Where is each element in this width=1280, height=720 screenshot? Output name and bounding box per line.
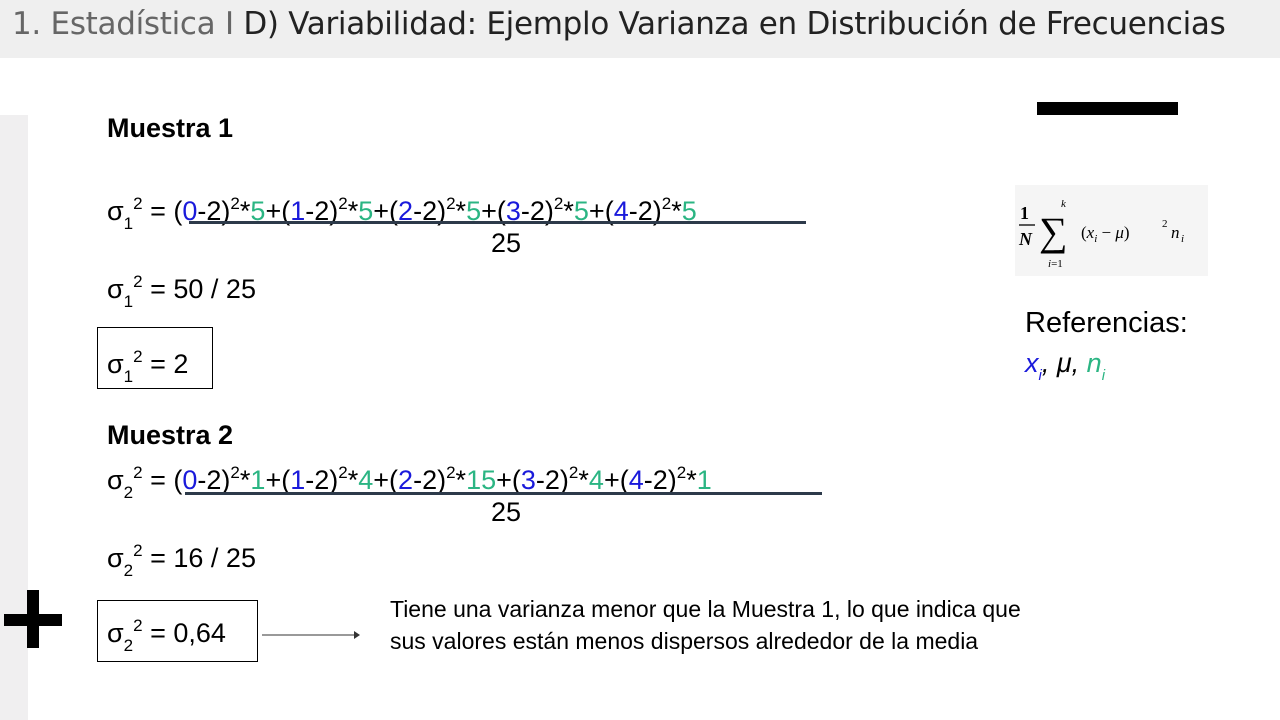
svg-text:n: n xyxy=(1171,223,1180,242)
svg-text:i: i xyxy=(1181,233,1184,245)
muestra2-numerator: (0-2)2*1+(1-2)2*4+(2-2)2*15+(3-2)2*4+(4-… xyxy=(173,463,712,495)
references-label: Referencias: xyxy=(1025,307,1188,339)
muestra2-result: σ22 = 0,64 xyxy=(107,616,226,655)
muestra2-term: +(1-2)2*4 xyxy=(265,463,374,495)
decorative-bar xyxy=(1037,102,1178,115)
svg-text:N: N xyxy=(1018,229,1033,249)
svg-text:1: 1 xyxy=(1020,203,1029,223)
muestra1-step2: σ12 = 50 / 25 xyxy=(107,272,256,311)
breadcrumb: 1. Estadística xyxy=(12,6,216,42)
slide-header: 1. Estadística I D) Variabilidad: Ejempl… xyxy=(0,0,1280,58)
svg-text:∑: ∑ xyxy=(1039,209,1068,254)
arrow-icon xyxy=(262,631,360,639)
muestra2-step2: σ22 = 16 / 25 xyxy=(107,541,256,580)
muestra1-heading: Muestra 1 xyxy=(107,113,234,143)
references-vars: xi, μ, ni xyxy=(1025,348,1106,384)
muestra1-equation: σ12 = (0-2)2*5+(1-2)2*5+(2-2)2*5+(3-2)2*… xyxy=(107,194,697,233)
muestra2-term-x: 3 xyxy=(520,465,536,495)
muestra2-term: (0-2)2*1 xyxy=(173,463,266,495)
muestra2-term-n: 1 xyxy=(696,465,712,495)
muestra2-term-x: 2 xyxy=(398,465,414,495)
muestra2-denominator: 25 xyxy=(491,497,522,527)
muestra2-term: +(4-2)2*1 xyxy=(603,463,712,495)
header-separator: I xyxy=(224,6,234,42)
muestra2-term: +(2-2)2*15 xyxy=(373,463,497,495)
explanation-note: Tiene una varianza menor que la Muestra … xyxy=(390,596,1021,654)
muestra2-term-x: 4 xyxy=(628,465,644,495)
header-text: 1. Estadística I D) Variabilidad: Ejempl… xyxy=(12,6,1226,42)
variance-formula: 1 N k ∑ i=1 (xi − μ) 2 n i xyxy=(1015,185,1208,276)
svg-text:(xi − μ): (xi − μ) xyxy=(1081,223,1130,245)
muestra2-heading: Muestra 2 xyxy=(107,420,234,450)
muestra1-result: σ12 = 2 xyxy=(107,347,189,386)
muestra2-term-x: 0 xyxy=(182,465,198,495)
svg-text:2: 2 xyxy=(1162,218,1168,230)
muestra2-term-n: 4 xyxy=(358,465,374,495)
muestra2-term-n: 15 xyxy=(466,465,497,495)
muestra2-term-n: 4 xyxy=(588,465,604,495)
muestra2-equation: σ22 = (0-2)2*1+(1-2)2*4+(2-2)2*15+(3-2)2… xyxy=(107,463,712,502)
muestra1-fraction-line xyxy=(189,221,806,224)
muestra2-fraction-line xyxy=(185,492,822,495)
muestra2-term: +(3-2)2*4 xyxy=(496,463,604,495)
page-title: D) Variabilidad: Ejemplo Varianza en Dis… xyxy=(243,6,1226,42)
plus-icon xyxy=(4,590,64,650)
muestra2-term-n: 1 xyxy=(250,465,266,495)
muestra1-denominator: 25 xyxy=(491,228,522,258)
muestra2-term-x: 1 xyxy=(290,465,306,495)
svg-text:i=1: i=1 xyxy=(1048,258,1063,270)
